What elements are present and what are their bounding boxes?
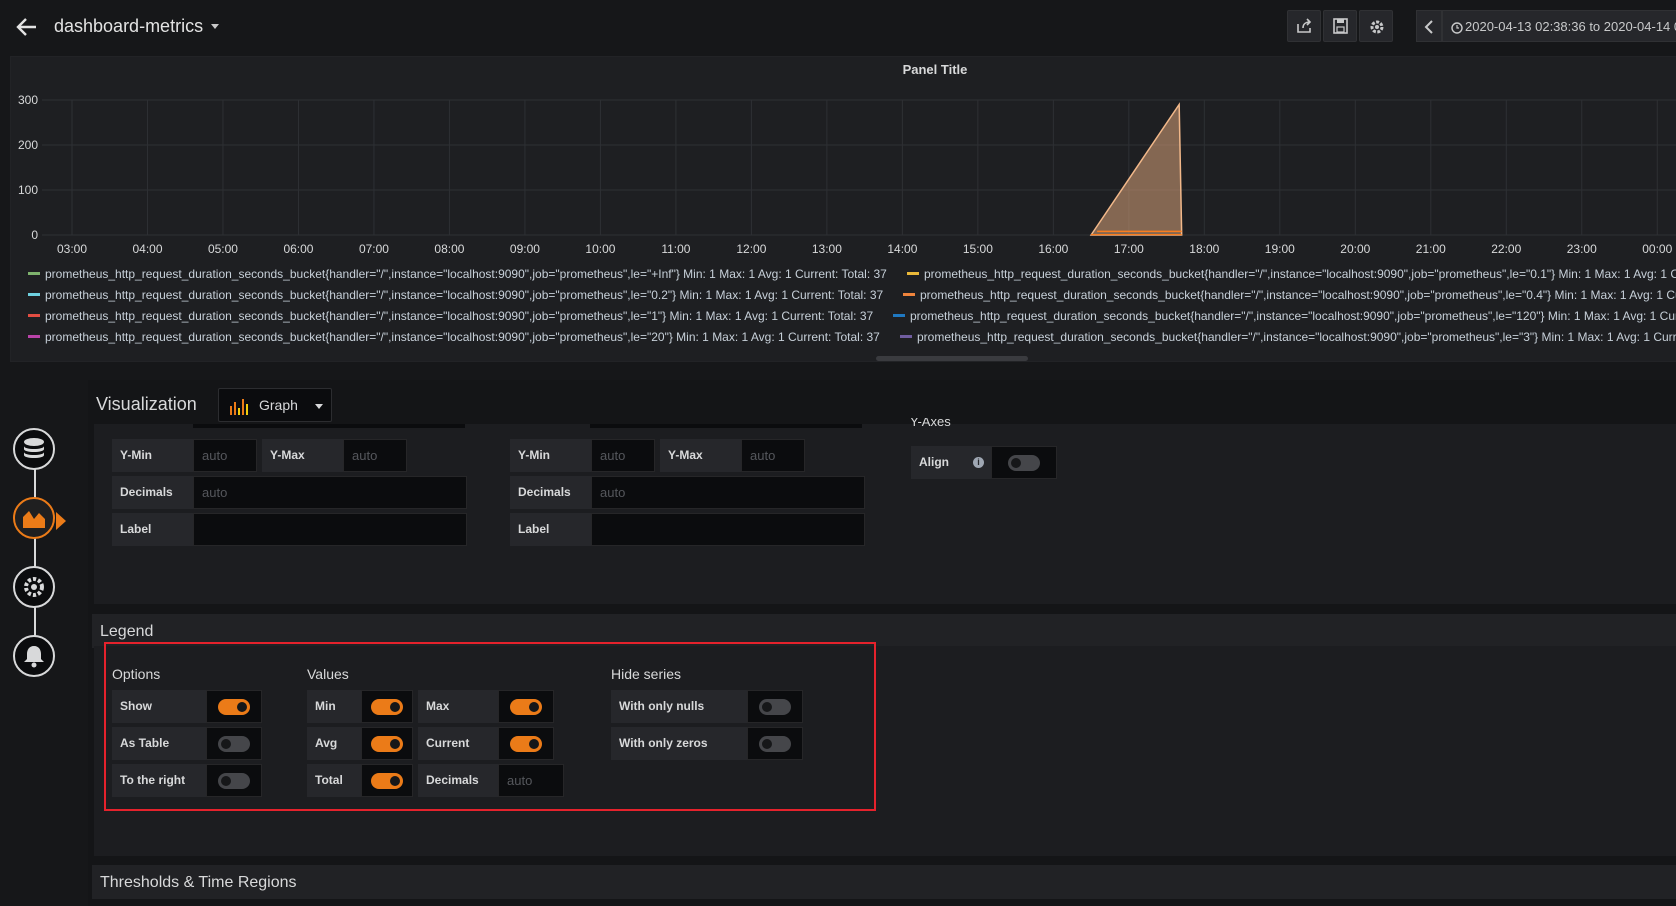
x-tick-label: 03:00 xyxy=(57,242,87,256)
legend-series-text: prometheus_http_request_duration_seconds… xyxy=(910,309,1676,323)
axes-scroll-edge xyxy=(193,424,465,428)
legend-row: prometheus_http_request_duration_seconds… xyxy=(0,267,1676,288)
left-decimals-input[interactable]: auto xyxy=(193,476,467,509)
right-ymin-input[interactable]: auto xyxy=(591,439,655,472)
x-tick-label: 19:00 xyxy=(1265,242,1295,256)
y-axes-title: Y-Axes xyxy=(910,418,951,429)
general-tab-button[interactable] xyxy=(13,566,55,608)
info-icon[interactable]: i xyxy=(973,457,984,468)
legend-row: prometheus_http_request_duration_seconds… xyxy=(0,330,1676,351)
chart-icon xyxy=(23,511,45,528)
legend-swatch xyxy=(907,272,919,276)
left-decimals-label: Decimals xyxy=(112,476,193,509)
bell-icon xyxy=(24,646,44,668)
legend-swatch xyxy=(893,314,905,318)
x-tick-label: 06:00 xyxy=(283,242,313,256)
legend-series[interactable]: prometheus_http_request_duration_seconds… xyxy=(28,309,873,323)
visualization-label: Visualization xyxy=(96,394,197,414)
right-ymax-label: Y-Max xyxy=(660,439,741,472)
legend-highlight-box xyxy=(104,642,876,811)
graph-chart: 0 100 200 300 03:00 04:00 05:00 06:00 07:00 08:00… xyxy=(18,93,1676,256)
visualization-picker[interactable]: Graph xyxy=(218,388,332,422)
legend-swatch xyxy=(28,335,40,339)
left-label-input[interactable] xyxy=(193,513,467,546)
x-tick-label: 00:00 xyxy=(1642,242,1672,256)
legend-series-text: prometheus_http_request_duration_seconds… xyxy=(45,288,884,302)
editor-rail-line xyxy=(34,450,36,660)
cog-icon xyxy=(24,577,44,597)
legend-series-text: prometheus_http_request_duration_seconds… xyxy=(45,309,874,323)
align-switch-box[interactable] xyxy=(991,446,1057,479)
right-decimals-label: Decimals xyxy=(510,476,591,509)
visualization-tab-button[interactable] xyxy=(13,497,55,539)
legend-swatch xyxy=(28,293,40,297)
x-tick-label: 17:00 xyxy=(1114,242,1144,256)
legend-section-title: Legend xyxy=(100,623,154,640)
y-tick-label: 100 xyxy=(18,183,38,197)
y-tick-label: 200 xyxy=(18,138,38,152)
legend-series-text: prometheus_http_request_duration_seconds… xyxy=(45,267,887,281)
left-label-label: Label xyxy=(112,513,193,546)
alert-tab-button[interactable] xyxy=(13,635,55,677)
right-label-input[interactable] xyxy=(591,513,865,546)
x-tick-label: 22:00 xyxy=(1491,242,1521,256)
legend-swatch xyxy=(28,272,40,276)
legend-series-text: prometheus_http_request_duration_seconds… xyxy=(920,288,1676,302)
legend-swatch xyxy=(28,314,40,318)
legend-series-text: prometheus_http_request_duration_seconds… xyxy=(924,267,1676,281)
left-ymin-input[interactable]: auto xyxy=(193,439,257,472)
left-ymax-label: Y-Max xyxy=(262,439,343,472)
legend-series[interactable]: prometheus_http_request_duration_seconds… xyxy=(893,309,1676,323)
x-tick-label: 23:00 xyxy=(1567,242,1597,256)
thresholds-section-title: Thresholds & Time Regions xyxy=(100,874,297,891)
queries-tab-button[interactable] xyxy=(13,428,55,470)
chevron-down-icon xyxy=(315,404,323,409)
x-tick-label: 09:00 xyxy=(510,242,540,256)
legend-scrollbar[interactable] xyxy=(876,356,1028,361)
legend-series[interactable]: prometheus_http_request_duration_seconds… xyxy=(907,267,1676,281)
x-tick-label: 13:00 xyxy=(812,242,842,256)
align-toggle[interactable] xyxy=(1008,455,1040,471)
legend-series-text: prometheus_http_request_duration_seconds… xyxy=(45,330,880,344)
legend-series[interactable]: prometheus_http_request_duration_seconds… xyxy=(28,330,880,344)
x-tick-label: 07:00 xyxy=(359,242,389,256)
legend-series[interactable]: prometheus_http_request_duration_seconds… xyxy=(28,267,887,281)
x-tick-label: 15:00 xyxy=(963,242,993,256)
x-tick-label: 04:00 xyxy=(132,242,162,256)
right-ymax-input[interactable]: auto xyxy=(741,439,805,472)
legend-series[interactable]: prometheus_http_request_duration_seconds… xyxy=(903,288,1676,302)
x-tick-label: 12:00 xyxy=(736,242,766,256)
legend-series-text: prometheus_http_request_duration_seconds… xyxy=(917,330,1676,344)
thresholds-section-header[interactable]: Thresholds & Time Regions xyxy=(92,865,1676,899)
x-tick-label: 08:00 xyxy=(434,242,464,256)
legend-series[interactable]: prometheus_http_request_duration_seconds… xyxy=(28,288,883,302)
x-tick-label: 18:00 xyxy=(1189,242,1219,256)
x-tick-label: 21:00 xyxy=(1416,242,1446,256)
x-tick-label: 05:00 xyxy=(208,242,238,256)
legend-row: prometheus_http_request_duration_seconds… xyxy=(0,288,1676,309)
visualization-type: Graph xyxy=(259,397,298,413)
x-tick-label: 20:00 xyxy=(1340,242,1370,256)
database-icon xyxy=(24,438,44,458)
x-tick-label: 11:00 xyxy=(661,242,690,256)
x-tick-label: 10:00 xyxy=(585,242,615,256)
graph-type-icon xyxy=(230,399,248,415)
legend-swatch xyxy=(900,335,912,339)
right-ymin-label: Y-Min xyxy=(510,439,591,472)
left-ymax-input[interactable]: auto xyxy=(343,439,407,472)
x-tick-label: 16:00 xyxy=(1038,242,1068,256)
y-tick-label: 300 xyxy=(18,93,38,107)
active-tab-indicator xyxy=(56,512,66,530)
x-tick-label: 14:00 xyxy=(887,242,917,256)
left-ymin-label: Y-Min xyxy=(112,439,193,472)
right-label-label: Label xyxy=(510,513,591,546)
legend-series[interactable]: prometheus_http_request_duration_seconds… xyxy=(900,330,1676,344)
series-area xyxy=(1089,102,1183,236)
legend-row: prometheus_http_request_duration_seconds… xyxy=(0,309,1676,330)
right-decimals-input[interactable]: auto xyxy=(591,476,865,509)
y-tick-label: 0 xyxy=(31,228,38,242)
axes-scroll-edge xyxy=(590,424,862,428)
legend-swatch xyxy=(903,293,915,297)
